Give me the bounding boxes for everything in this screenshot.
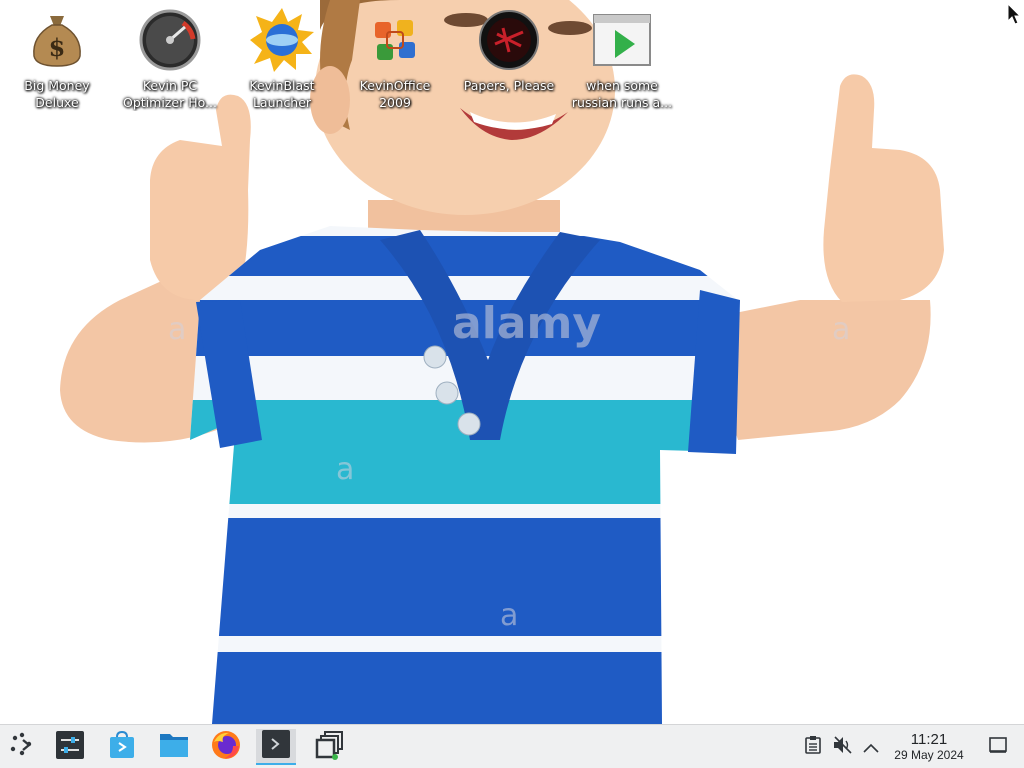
desktop-icon-big-money-deluxe[interactable]: $ Big Money Deluxe	[3, 8, 111, 111]
desktop-icon-kevinblast-launcher[interactable]: KevinBlast Launcher	[228, 8, 336, 111]
watermark-alamy: alamy	[452, 298, 601, 349]
window-switcher-button[interactable]	[310, 729, 350, 765]
terminal-icon	[262, 730, 290, 762]
clock-date: 29 May 2024	[894, 748, 964, 762]
application-launcher-icon	[9, 732, 35, 762]
speedometer-icon	[138, 8, 202, 72]
watermark-a: a	[500, 598, 519, 633]
show-desktop-button[interactable]	[986, 735, 1010, 759]
file-manager-button[interactable]	[154, 729, 194, 765]
clipboard-icon	[805, 736, 821, 758]
volume-muted-icon	[833, 736, 853, 758]
money-bag-icon: $	[25, 8, 89, 72]
taskbar-panel: 11:21 29 May 2024	[0, 724, 1024, 768]
window-switcher-icon	[315, 730, 345, 764]
show-desktop-icon	[989, 737, 1007, 757]
watermark-a: a	[336, 452, 355, 487]
sun-disc-icon	[250, 8, 314, 72]
chevron-up-icon	[863, 738, 879, 757]
tray-expander-button[interactable]	[859, 735, 883, 759]
discover-store-button[interactable]	[102, 729, 142, 765]
discover-store-icon	[108, 730, 136, 763]
desktop-icon-label: KevinOffice 2009	[359, 78, 431, 110]
system-settings-icon	[56, 731, 84, 763]
desktop-icon-papers-please[interactable]: Papers, Please	[455, 8, 563, 94]
papers-please-icon	[477, 8, 541, 72]
digital-clock[interactable]: 11:21 29 May 2024	[884, 731, 974, 763]
mouse-cursor-icon	[1007, 2, 1022, 29]
clock-time: 11:21	[910, 731, 948, 748]
desktop-icon-label: KevinBlast Launcher	[249, 78, 315, 110]
terminal-task-button[interactable]	[256, 729, 296, 765]
desktop-icon-label: Big Money Deluxe	[24, 78, 90, 110]
desktop-icon-video-file[interactable]: when some russian runs a...	[568, 8, 676, 111]
system-settings-button[interactable]	[50, 729, 90, 765]
desktop-icon-label: when some russian runs a...	[571, 78, 673, 110]
desktop-icon-kevinoffice-2009[interactable]: KevinOffice 2009	[341, 8, 449, 111]
desktop-icon-kevin-pc-optimizer[interactable]: Kevin PC Optimizer Ho...	[116, 8, 224, 111]
office-logo-icon	[363, 8, 427, 72]
firefox-button[interactable]	[206, 729, 246, 765]
desktop-icon-label: Kevin PC Optimizer Ho...	[123, 78, 217, 110]
firefox-icon	[211, 730, 241, 764]
desktop-icon-grid: $ Big Money Deluxe Kevin PC Optimizer Ho…	[0, 0, 1024, 120]
desktop-icon-label: Papers, Please	[463, 78, 555, 93]
application-launcher-button[interactable]	[2, 729, 42, 765]
file-manager-icon	[159, 732, 189, 762]
watermark-a: a	[168, 312, 187, 347]
svg-text:$: $	[49, 33, 66, 62]
watermark-a: a	[832, 312, 851, 347]
video-play-icon	[590, 8, 654, 72]
clipboard-button[interactable]	[801, 735, 825, 759]
volume-button[interactable]	[831, 735, 855, 759]
